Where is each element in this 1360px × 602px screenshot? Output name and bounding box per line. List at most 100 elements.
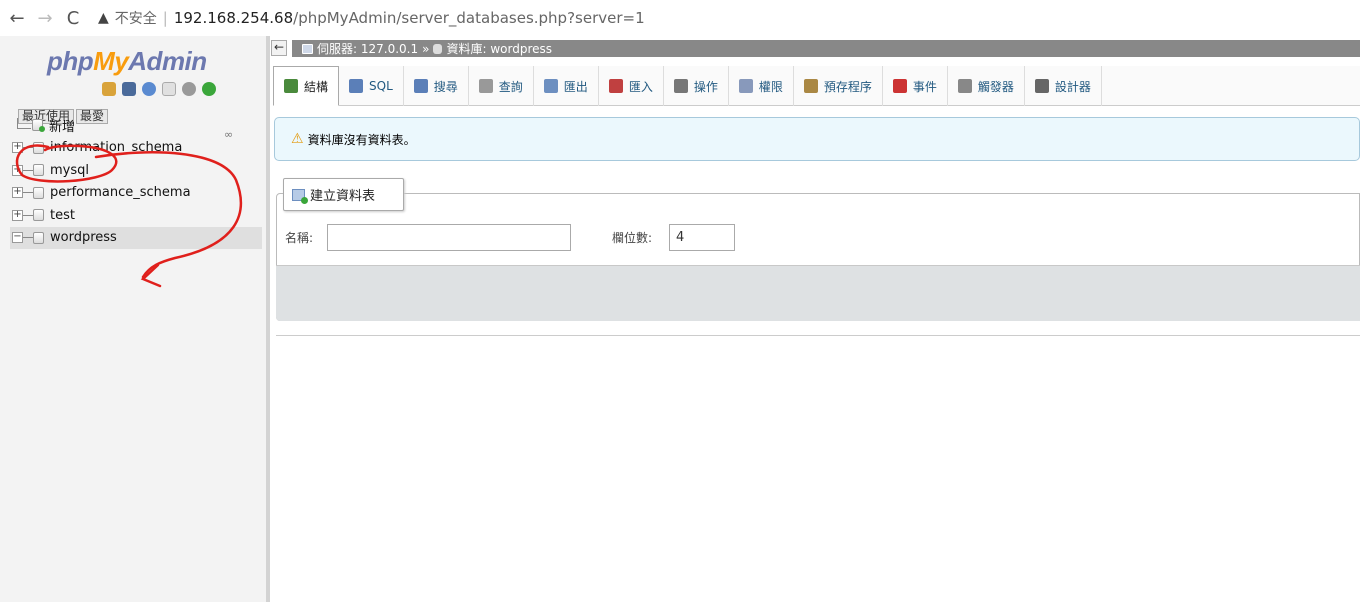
reload-nav-icon[interactable] [202, 82, 216, 96]
breadcrumb-database[interactable]: 資料庫: wordpress [446, 40, 552, 57]
database-icon [33, 164, 44, 177]
help-icon[interactable] [142, 82, 156, 96]
structure-icon [284, 79, 298, 93]
database-icon [33, 231, 44, 244]
expand-icon[interactable]: + [12, 164, 23, 176]
designer-icon [1034, 79, 1049, 93]
tab-label: 查詢 [498, 79, 523, 94]
forward-button[interactable]: → [34, 7, 56, 29]
database-icon [33, 209, 44, 222]
tree-connector [23, 214, 33, 216]
triggers-icon [957, 79, 972, 93]
address-bar[interactable]: ▲ 不安全 | 192.168.254.68 /phpMyAdmin/serve… [98, 8, 645, 28]
routines-icon [803, 79, 818, 93]
tab-label: 匯出 [563, 79, 588, 94]
tree-item-label: wordpress [50, 230, 117, 246]
tab-label: 搜尋 [433, 79, 458, 94]
export-icon [543, 79, 558, 93]
tree-connector [23, 192, 33, 194]
new-table-icon [292, 188, 308, 204]
breadcrumb-separator: » [422, 41, 430, 56]
logo-admin: Admin [128, 46, 207, 76]
tab-clock[interactable]: 事件 [883, 66, 948, 106]
import-icon [608, 79, 623, 93]
table-name-input[interactable] [327, 224, 571, 251]
database-tree: 新增 + information_schema + mysql + perfor… [10, 114, 262, 249]
tab-label: 預存程序 [823, 79, 872, 94]
database-icon [433, 43, 443, 54]
tab-import[interactable]: 匯入 [599, 66, 664, 106]
tab-search[interactable]: 搜尋 [404, 66, 469, 106]
tab-label: 設計器 [1054, 79, 1091, 94]
create-table-footer [276, 265, 1360, 321]
collapse-icon[interactable]: − [12, 232, 23, 244]
create-table-legend: 建立資料表 [283, 178, 404, 211]
privileges-icon [738, 79, 753, 93]
tab-query[interactable]: 查詢 [469, 66, 534, 106]
tab-structure[interactable]: 結構 [273, 66, 340, 106]
tree-item-wordpress[interactable]: − wordpress [10, 226, 262, 249]
divider [276, 335, 1360, 336]
breadcrumb-server[interactable]: 伺服器: 127.0.0.1 [317, 40, 418, 57]
notice-box: ⚠ 資料庫沒有資料表。 [274, 117, 1360, 161]
table-name-label: 名稱: [285, 231, 314, 245]
tab-bar: 結構 SQL 搜尋 查詢 匯出 匯入 操作 權限 預存程序 事件 觸發器 設計器 [273, 66, 1360, 106]
breadcrumb: 伺服器: 127.0.0.1 » 資料庫: wordpress [292, 40, 1360, 57]
phpmyadmin-logo[interactable]: phpMyAdmin [47, 46, 207, 77]
url-path: /phpMyAdmin/server_databases.php?server=… [293, 9, 645, 27]
home-icon[interactable] [102, 82, 116, 96]
tab-label: 匯入 [628, 79, 653, 94]
tab-label: 結構 [304, 79, 329, 94]
tree-item-new[interactable]: 新增 [10, 114, 262, 137]
tree-item-performance-schema[interactable]: + performance_schema [10, 182, 262, 205]
address-separator: | [162, 9, 168, 27]
logo-php: php [47, 46, 94, 76]
tab-wrench[interactable]: 操作 [664, 66, 729, 106]
expand-icon[interactable]: + [12, 209, 23, 221]
database-icon [33, 141, 44, 154]
tab-sql[interactable]: SQL [339, 66, 404, 106]
tree-item-test[interactable]: + test [10, 204, 262, 227]
warning-icon: ⚠ [291, 131, 304, 147]
tree-item-label: information_schema [50, 140, 183, 156]
notice-text: 資料庫沒有資料表。 [307, 132, 416, 147]
docs-icon[interactable] [162, 82, 176, 96]
tab-designer[interactable]: 設計器 [1025, 66, 1102, 106]
server-icon [302, 43, 313, 54]
collapse-nav-button[interactable]: ← [271, 40, 287, 56]
tab-label: 事件 [912, 79, 937, 94]
reload-button[interactable]: C [62, 7, 84, 29]
database-icon [33, 186, 44, 199]
tab-routines[interactable]: 預存程序 [794, 66, 883, 106]
tree-item-label: 新增 [49, 119, 76, 135]
tab-export[interactable]: 匯出 [534, 66, 599, 106]
tab-triggers[interactable]: 觸發器 [948, 66, 1025, 106]
search-icon [413, 79, 428, 93]
expand-icon[interactable]: + [12, 142, 23, 154]
tree-item-label: test [50, 207, 75, 223]
new-database-icon [32, 119, 45, 133]
tree-item-information-schema[interactable]: + information_schema [10, 137, 262, 160]
quick-icons [102, 82, 216, 96]
tree-connector-line [17, 118, 31, 129]
tree-item-mysql[interactable]: + mysql [10, 159, 262, 182]
columns-count-input[interactable]: 4 [669, 224, 735, 251]
tab-label: 操作 [693, 79, 718, 94]
wrench-icon [673, 79, 688, 93]
tab-privileges[interactable]: 權限 [729, 66, 794, 106]
expand-icon[interactable]: + [12, 187, 23, 199]
tab-label: 權限 [758, 79, 783, 94]
url-host: 192.168.254.68 [173, 9, 294, 27]
create-table-title: 建立資料表 [310, 189, 376, 204]
logout-icon[interactable] [122, 82, 136, 96]
tree-connector [23, 147, 33, 149]
back-button[interactable]: ← [6, 7, 28, 29]
tree-connector [23, 169, 33, 171]
browser-toolbar: ← → C ▲ 不安全 | 192.168.254.68 /phpMyAdmin… [0, 0, 1360, 36]
gear-icon[interactable] [182, 82, 196, 96]
tab-label: SQL [369, 79, 393, 93]
query-icon [478, 79, 493, 93]
tree-item-label: mysql [50, 162, 89, 178]
panel-resize-handle[interactable] [266, 36, 270, 602]
clock-icon [892, 79, 907, 93]
